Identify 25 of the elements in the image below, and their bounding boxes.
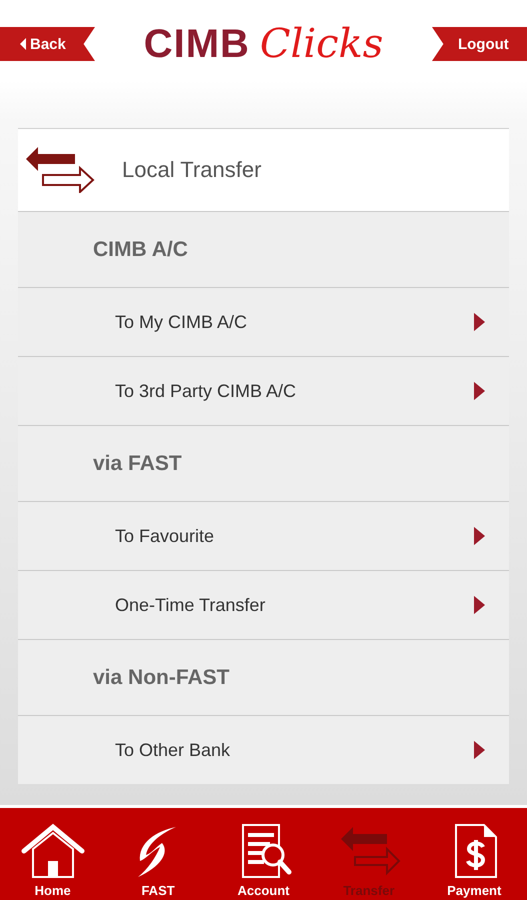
back-button[interactable]: Back <box>0 27 95 61</box>
nav-tab[interactable]: Home <box>2 823 103 900</box>
logout-button[interactable]: Logout <box>432 27 527 61</box>
menu-item[interactable]: To Favourite <box>18 502 509 571</box>
transfer-arrows-icon <box>26 147 96 193</box>
panel-title: Local Transfer <box>122 157 262 183</box>
nav-tab[interactable]: Payment <box>424 823 524 900</box>
chevron-icon <box>474 740 485 760</box>
section-heading: via Non-FAST <box>93 666 230 690</box>
nav-tab[interactable]: FAST <box>108 823 208 900</box>
section-heading: via FAST <box>93 452 182 476</box>
chevron-icon <box>474 526 485 546</box>
menu-item[interactable]: To 3rd Party CIMB A/C <box>18 357 509 426</box>
chevron-icon <box>474 381 485 401</box>
chevron-icon <box>474 312 485 332</box>
menu-item[interactable]: One-Time Transfer <box>18 571 509 640</box>
menu-item[interactable]: To My CIMB A/C <box>18 288 509 357</box>
house-icon <box>20 823 85 879</box>
chevron-icon <box>474 595 485 615</box>
caret-icon <box>20 38 26 50</box>
logo-script: Clicks <box>260 21 384 67</box>
section-heading: CIMB A/C <box>93 238 188 262</box>
menu-item[interactable]: To Other Bank <box>18 716 509 784</box>
nav-tab[interactable]: Account <box>213 823 314 900</box>
logo-text: CIMB <box>144 22 250 67</box>
